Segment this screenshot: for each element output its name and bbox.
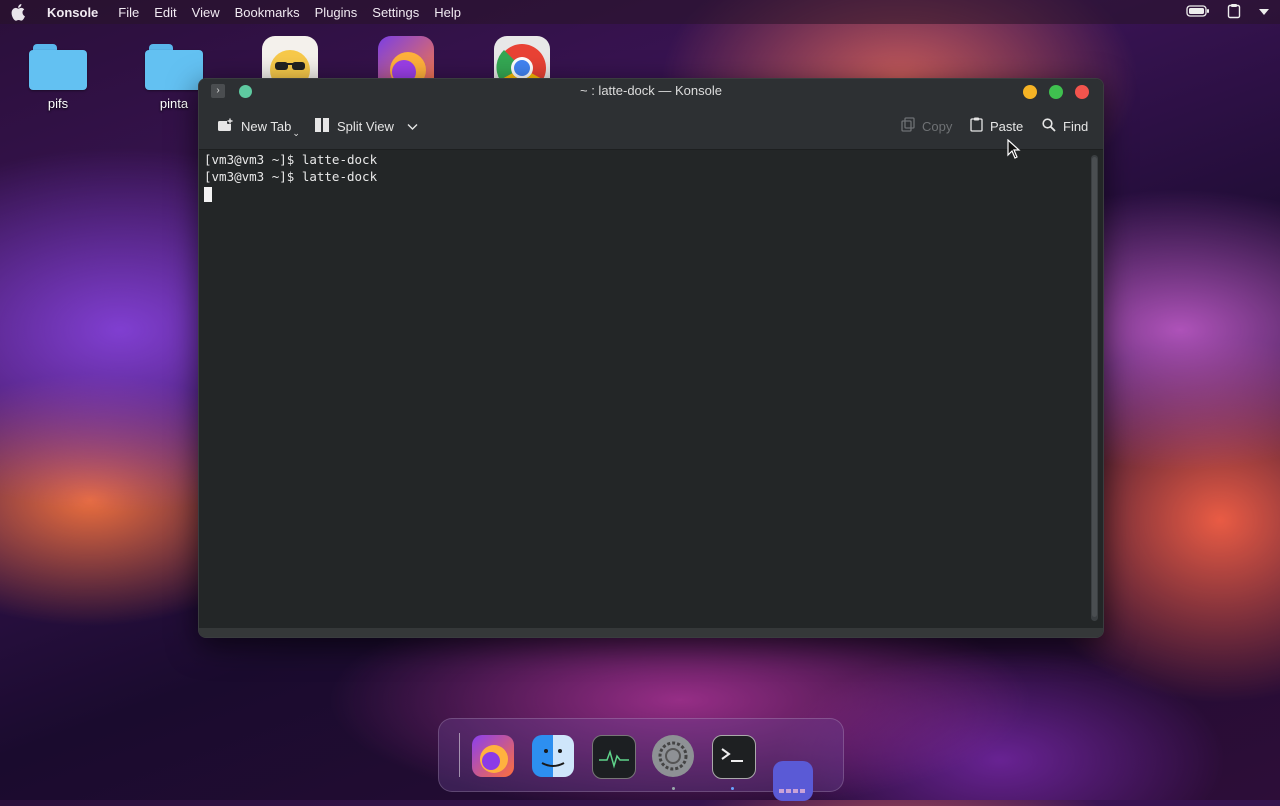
firefox-icon[interactable] [472, 735, 514, 777]
finder-icon[interactable] [532, 735, 574, 777]
desktop-icon-label: pinta [159, 96, 189, 111]
close-button[interactable] [1075, 85, 1089, 99]
find-button[interactable]: Find [1042, 117, 1088, 135]
terminal-line: [vm3@vm3 ~]$ latte-dock [204, 169, 378, 184]
menu-edit[interactable]: Edit [154, 5, 176, 20]
system-tray [1186, 0, 1270, 24]
window-bottom-edge [199, 628, 1103, 637]
copy-label: Copy [922, 118, 953, 134]
terminal-line: [vm3@vm3 ~]$ latte-dock [204, 152, 378, 167]
top-menubar: Konsole File Edit View Bookmarks Plugins… [0, 0, 1280, 24]
menu-settings[interactable]: Settings [372, 5, 419, 20]
split-view-label: Split View [337, 118, 394, 134]
dock-separator [459, 733, 460, 777]
window-toolbar: New Tab ⌄ Split View Copy Paste Find [199, 103, 1103, 150]
new-tab-label: New Tab [241, 118, 292, 134]
apple-menu-icon[interactable] [11, 3, 29, 21]
menu-plugins[interactable]: Plugins [315, 5, 358, 20]
menu-file[interactable]: File [118, 5, 139, 20]
terminal-icon[interactable] [712, 735, 756, 779]
chevron-down-icon[interactable] [1258, 5, 1270, 20]
mouse-pointer-icon [1007, 138, 1021, 164]
battery-icon[interactable] [1186, 4, 1210, 21]
terminal-cursor [204, 187, 212, 202]
menu-help[interactable]: Help [434, 5, 461, 20]
split-view-button[interactable]: Split View [314, 117, 418, 135]
terminal-output[interactable]: [vm3@vm3 ~]$ latte-dock [vm3@vm3 ~]$ lat… [199, 150, 1085, 628]
running-indicator [672, 787, 675, 790]
paste-icon [970, 117, 983, 135]
maximize-button[interactable] [1049, 85, 1063, 99]
desktop-folder-pifs[interactable]: pifs [23, 44, 93, 111]
folder-icon [29, 44, 87, 90]
dropdown-small-icon[interactable]: ⌄ [292, 128, 300, 139]
terminal-scrollbar[interactable] [1091, 155, 1098, 621]
dock [438, 718, 844, 801]
scrollbar-thumb[interactable] [1092, 157, 1097, 617]
menu-view[interactable]: View [192, 5, 220, 20]
running-indicator [731, 787, 734, 790]
window-title: ~ : latte-dock — Konsole [580, 83, 722, 98]
paste-label: Paste [990, 118, 1024, 134]
search-icon [1042, 117, 1056, 135]
split-view-icon [314, 117, 330, 136]
system-settings-icon[interactable] [652, 735, 694, 777]
paste-button[interactable]: Paste [970, 117, 1023, 135]
copy-icon [901, 117, 915, 135]
active-app-name[interactable]: Konsole [47, 5, 98, 20]
minimize-button[interactable] [1023, 85, 1037, 99]
find-label: Find [1063, 118, 1089, 134]
new-tab-button[interactable]: New Tab ⌄ [217, 117, 300, 138]
copy-button[interactable]: Copy [901, 117, 952, 135]
new-tab-icon [217, 117, 234, 135]
terminal-prompt-line [204, 185, 1085, 202]
clipboard-icon[interactable] [1226, 3, 1242, 22]
chevron-down-icon[interactable] [407, 119, 418, 134]
desktop-icon-label: pifs [47, 96, 69, 111]
activity-monitor-icon[interactable] [592, 735, 636, 779]
menu-bookmarks[interactable]: Bookmarks [235, 5, 300, 20]
window-titlebar[interactable]: › ~ : latte-dock — Konsole [199, 79, 1103, 103]
dock-launcher-icon[interactable] [773, 761, 813, 801]
konsole-window: › ~ : latte-dock — Konsole New Tab ⌄ Spl… [198, 78, 1104, 638]
folder-icon [145, 44, 203, 90]
